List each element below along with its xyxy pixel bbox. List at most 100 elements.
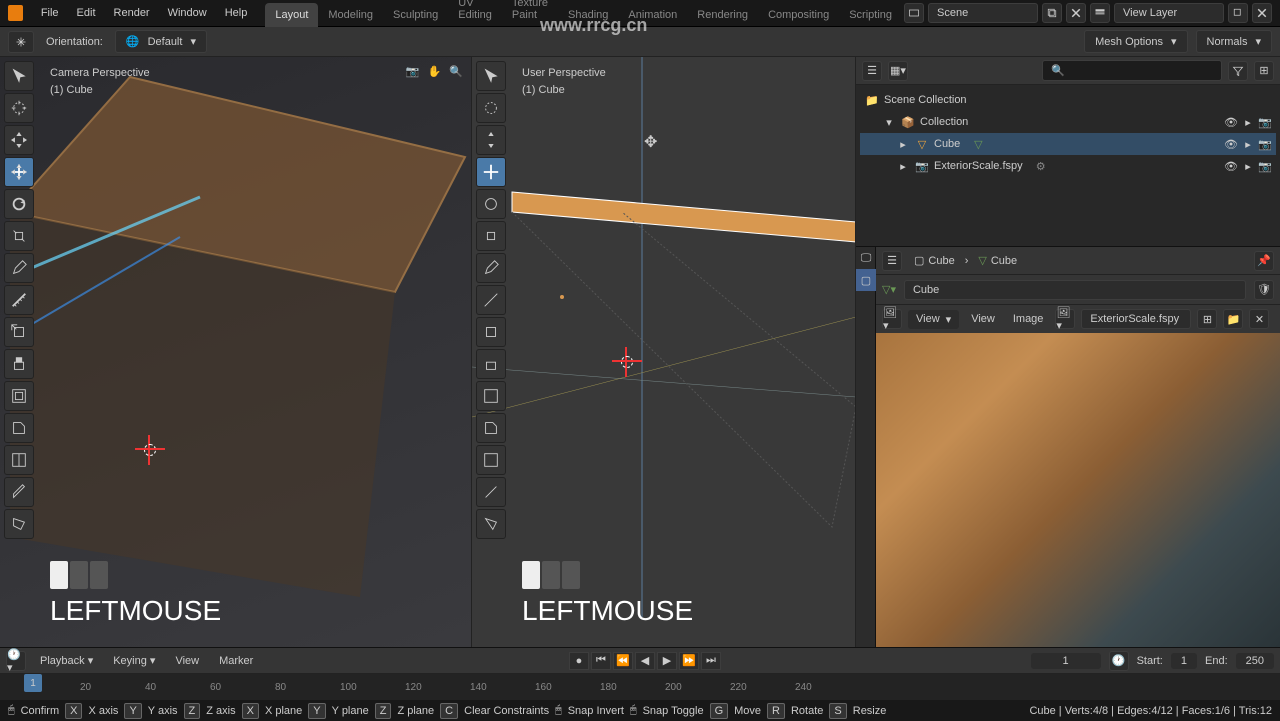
tl-view-menu[interactable]: View: [169, 651, 205, 671]
selectable-icon[interactable]: ▸: [1241, 159, 1255, 173]
disclosure-icon[interactable]: ▸: [896, 138, 910, 151]
image-viewport[interactable]: [876, 333, 1280, 647]
img-image-menu[interactable]: Image: [1007, 309, 1050, 329]
inset-tool[interactable]: [476, 381, 506, 411]
jump-prev-btn[interactable]: ⏪: [613, 652, 633, 670]
tab-anim[interactable]: Animation: [618, 3, 687, 27]
transform-gizmo-icon[interactable]: [8, 31, 34, 53]
tab-shading[interactable]: Shading: [558, 3, 618, 27]
orientation-dropdown[interactable]: 🌐 Default ▾: [115, 30, 207, 53]
disclosure-icon[interactable]: ▾: [882, 116, 896, 129]
cursor-tool[interactable]: [476, 93, 506, 123]
outliner-type-icon[interactable]: ☰: [862, 61, 882, 81]
cursor-tool[interactable]: [4, 93, 34, 123]
add-cube-tool[interactable]: [476, 317, 506, 347]
tab-rendering[interactable]: Rendering: [687, 3, 758, 27]
select-tool[interactable]: [4, 61, 34, 91]
menu-help[interactable]: Help: [217, 3, 256, 23]
filter-icon[interactable]: [1228, 61, 1248, 81]
viewlayer-input[interactable]: View Layer: [1114, 3, 1224, 23]
disclosure-icon[interactable]: ▸: [896, 160, 910, 173]
clock-icon[interactable]: 🕐: [1109, 651, 1129, 671]
rotate-tool[interactable]: [476, 189, 506, 219]
start-frame[interactable]: 1: [1171, 653, 1197, 669]
zoom-icon[interactable]: 🔍: [449, 65, 463, 78]
play-btn[interactable]: ▶: [657, 652, 677, 670]
measure-tool[interactable]: [476, 285, 506, 315]
image-name-input[interactable]: ExteriorScale.fspy: [1081, 309, 1191, 329]
img-browse-icon[interactable]: 🖼▾: [1055, 309, 1075, 329]
camera-icon[interactable]: 📷: [406, 65, 420, 78]
play-rev-btn[interactable]: ◀: [635, 652, 655, 670]
visibility-icon[interactable]: 👁: [1224, 137, 1238, 151]
loopcut-tool[interactable]: [476, 445, 506, 475]
imgeditor-type-icon[interactable]: 🖼▾: [882, 309, 902, 329]
timeline-type-icon[interactable]: 🕐▾: [6, 651, 26, 671]
knife-tool[interactable]: [4, 477, 34, 507]
jump-start-btn[interactable]: ⏮: [591, 652, 611, 670]
transform-tool[interactable]: [476, 157, 506, 187]
knife-tool[interactable]: [476, 477, 506, 507]
selectable-icon[interactable]: ▸: [1241, 137, 1255, 151]
rotate-tool[interactable]: [4, 189, 34, 219]
scene-delete-icon[interactable]: [1066, 3, 1086, 23]
pin-icon[interactable]: 📌: [1254, 251, 1274, 271]
tab-texpaint[interactable]: Texture Paint: [502, 0, 558, 27]
viewlayer-delete-icon[interactable]: [1252, 3, 1272, 23]
tab-uv[interactable]: UV Editing: [448, 0, 502, 27]
add-cube-tool[interactable]: [4, 317, 34, 347]
move-tool[interactable]: [476, 125, 506, 155]
tree-collection[interactable]: ▾ 📦 Collection 👁▸📷: [860, 111, 1276, 133]
scale-tool[interactable]: [476, 221, 506, 251]
tree-scene-collection[interactable]: 📁 Scene Collection: [860, 89, 1276, 111]
img-view-menu[interactable]: View: [965, 309, 1001, 329]
tab-script[interactable]: Scripting: [839, 3, 902, 27]
render-icon[interactable]: 📷: [1258, 159, 1272, 173]
loopcut-tool[interactable]: [4, 445, 34, 475]
polybuild-tool[interactable]: [4, 509, 34, 539]
marker-menu[interactable]: Marker: [213, 651, 259, 671]
scene-copy-icon[interactable]: [1042, 3, 1062, 23]
scene-name-input[interactable]: Scene: [928, 3, 1038, 23]
viewlayer-browse-icon[interactable]: [1090, 3, 1110, 23]
img-new-icon[interactable]: ⊞: [1197, 309, 1217, 329]
prop-tab-object[interactable]: ▢: [856, 269, 876, 291]
tab-comp[interactable]: Compositing: [758, 3, 839, 27]
menu-edit[interactable]: Edit: [69, 3, 104, 23]
img-mode-dropdown[interactable]: View▾: [908, 310, 959, 329]
menu-window[interactable]: Window: [160, 3, 215, 23]
polybuild-tool[interactable]: [476, 509, 506, 539]
display-mode-icon[interactable]: ▦▾: [888, 61, 908, 81]
pan-icon[interactable]: ✋: [428, 65, 442, 78]
scale-tool[interactable]: [4, 221, 34, 251]
playhead[interactable]: 1: [24, 674, 42, 692]
outliner-search[interactable]: 🔍: [1042, 60, 1222, 81]
scene-browse-icon[interactable]: [904, 3, 924, 23]
fake-user-icon[interactable]: 🛡: [1254, 280, 1274, 300]
selectable-icon[interactable]: ▸: [1241, 115, 1255, 129]
bevel-tool[interactable]: [4, 413, 34, 443]
visibility-icon[interactable]: 👁: [1224, 159, 1238, 173]
annotate-tool[interactable]: [476, 253, 506, 283]
mesh-name-input[interactable]: Cube: [904, 280, 1246, 300]
viewlayer-new-icon[interactable]: [1228, 3, 1248, 23]
prop-tab-render[interactable]: 🖵: [856, 247, 876, 269]
timeline-ruler[interactable]: 1 20 40 60 80 100 120 140 160 180 200 22…: [0, 674, 1280, 700]
autokey-btn[interactable]: ●: [569, 652, 589, 670]
current-frame[interactable]: 1: [1031, 653, 1101, 669]
img-open-icon[interactable]: 📁: [1223, 309, 1243, 329]
annotate-tool[interactable]: [4, 253, 34, 283]
render-icon[interactable]: 📷: [1258, 137, 1272, 151]
jump-end-btn[interactable]: ⏭: [701, 652, 721, 670]
img-unlink-icon[interactable]: ✕: [1249, 309, 1269, 329]
tree-cube[interactable]: ▸ ▽ Cube ▽ 👁▸📷: [860, 133, 1276, 155]
menu-render[interactable]: Render: [106, 3, 158, 23]
mesh-options-dropdown[interactable]: Mesh Options▾: [1084, 30, 1187, 53]
menu-file[interactable]: File: [33, 3, 67, 23]
inset-tool[interactable]: [4, 381, 34, 411]
bevel-tool[interactable]: [476, 413, 506, 443]
tab-modeling[interactable]: Modeling: [318, 3, 383, 27]
keying-menu[interactable]: Keying ▾: [107, 650, 161, 671]
tree-exterior[interactable]: ▸ 📷 ExteriorScale.fspy ⚙ 👁▸📷: [860, 155, 1276, 177]
extrude-tool[interactable]: [4, 349, 34, 379]
